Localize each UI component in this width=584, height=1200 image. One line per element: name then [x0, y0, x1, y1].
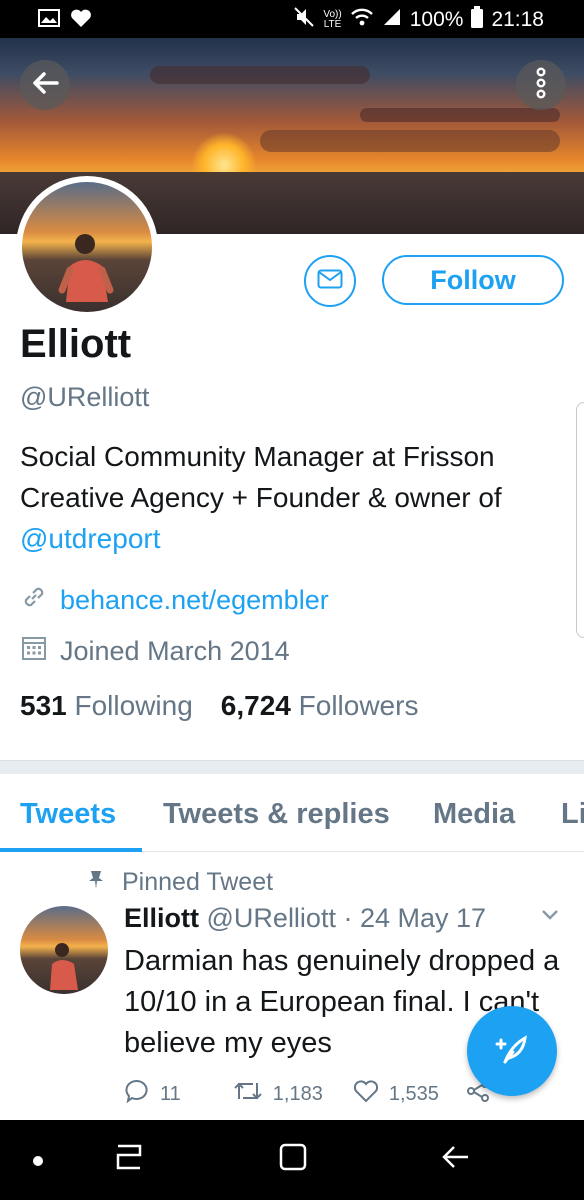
reply-button[interactable]: 11 — [124, 1078, 181, 1110]
android-nav-bar — [0, 1120, 584, 1200]
banner-cloud — [360, 108, 560, 122]
bio-text: Social Community Manager at Frisson Crea… — [20, 441, 502, 513]
tab-media[interactable]: Media — [433, 798, 515, 831]
banner-cloud — [150, 66, 370, 84]
link-icon — [20, 583, 48, 618]
joined-date: Joined March 2014 — [60, 636, 290, 666]
active-tab-indicator — [0, 848, 142, 852]
retweet-icon — [233, 1079, 263, 1109]
profile-joined-row: Joined March 2014 — [20, 634, 290, 669]
avatar — [22, 182, 152, 312]
image-icon — [38, 9, 60, 32]
banner-cloud — [260, 130, 560, 152]
battery-percent: 100% — [409, 8, 464, 31]
retweet-count: 1,183 — [272, 1082, 323, 1105]
message-button[interactable] — [304, 255, 356, 307]
following-label: Following — [74, 690, 193, 721]
arrow-left-icon — [31, 71, 59, 100]
volte-label: Vo)) LTE — [323, 9, 342, 30]
bio-mention-link[interactable]: @utdreport — [20, 523, 161, 554]
profile-bio: Social Community Manager at Frisson Crea… — [20, 436, 565, 559]
more-vertical-icon — [535, 67, 547, 104]
chevron-down-icon[interactable] — [540, 908, 560, 927]
mute-icon — [293, 6, 315, 34]
calendar-icon — [20, 634, 48, 669]
following-count-link[interactable]: 531 Following — [20, 690, 193, 722]
compose-tweet-button[interactable] — [467, 1006, 557, 1096]
like-button[interactable]: 1,535 — [353, 1079, 439, 1109]
mail-icon — [317, 269, 343, 294]
followers-label: Followers — [298, 690, 419, 721]
reply-icon — [124, 1078, 150, 1110]
profile-name: Elliott — [20, 322, 132, 366]
section-divider — [0, 760, 584, 774]
profile-avatar[interactable] — [16, 176, 158, 318]
followers-count-link[interactable]: 6,724 Followers — [221, 690, 419, 722]
tweet-separator: · — [343, 903, 353, 933]
status-bar: Vo)) LTE 100% 21:18 — [0, 0, 584, 38]
heart-icon — [70, 8, 92, 33]
scroll-indicator[interactable] — [576, 402, 584, 638]
signal-icon — [382, 7, 402, 33]
reply-count: 11 — [160, 1082, 181, 1105]
followers-count: 6,724 — [220, 690, 291, 721]
recent-apps-icon[interactable] — [114, 1142, 144, 1177]
pinned-tweet-label: Pinned Tweet — [88, 868, 273, 897]
follow-button[interactable]: Follow — [382, 255, 564, 305]
back-button[interactable] — [20, 60, 70, 110]
website-link[interactable]: behance.net/egembler — [60, 585, 329, 616]
battery-icon — [471, 6, 484, 34]
clock: 21:18 — [491, 8, 544, 31]
following-count: 531 — [20, 690, 67, 721]
tweet-avatar[interactable] — [20, 906, 108, 994]
like-count: 1,535 — [388, 1082, 439, 1105]
retweet-button[interactable]: 1,183 — [233, 1079, 323, 1109]
back-nav-icon[interactable] — [440, 1142, 472, 1177]
tweet-date[interactable]: 24 May 17 — [360, 903, 486, 933]
dot-icon[interactable] — [32, 1154, 44, 1172]
compose-quill-icon — [491, 1028, 533, 1075]
tweet-author-handle: @URelliott — [206, 903, 336, 933]
wifi-icon — [350, 7, 374, 33]
tab-tweets[interactable]: Tweets — [20, 798, 116, 831]
heart-outline-icon — [353, 1079, 379, 1109]
pin-icon — [88, 868, 104, 897]
profile-tabs: Tweets Tweets & replies Media Li — [0, 774, 584, 852]
tab-tweets-replies[interactable]: Tweets & replies — [163, 798, 390, 831]
tab-likes[interactable]: Li — [561, 798, 584, 831]
home-icon[interactable] — [278, 1142, 308, 1177]
tweet-header: Elliott @URelliott · 24 May 17 — [124, 903, 486, 934]
pinned-text: Pinned Tweet — [122, 868, 274, 896]
profile-website-row: behance.net/egembler — [20, 583, 329, 618]
tweet-actions: 11 1,183 1,535 — [124, 1078, 491, 1110]
tweet-author-name[interactable]: Elliott — [124, 903, 199, 933]
more-options-button[interactable] — [516, 60, 566, 110]
profile-counts: 531 Following 6,724 Followers — [20, 690, 418, 722]
profile-handle: @URelliott — [20, 382, 150, 412]
